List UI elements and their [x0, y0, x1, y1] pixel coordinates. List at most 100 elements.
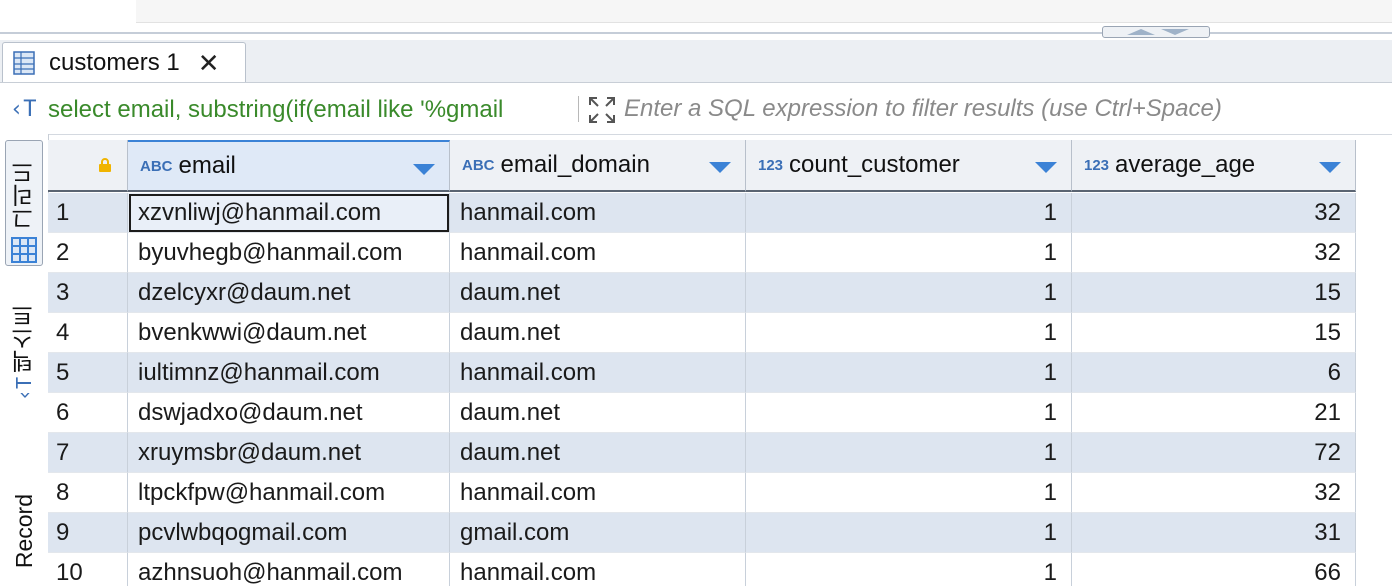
average-age-cell[interactable]: 32	[1072, 473, 1356, 513]
average-age-cell[interactable]: 6	[1072, 353, 1356, 393]
side-tab-record-label: Record	[10, 494, 37, 569]
column-header-label: email_domain	[500, 151, 650, 178]
column-header-count-customer[interactable]: 123 count_customer	[746, 140, 1072, 192]
side-tab-text[interactable]: 텍스트 ‹T	[5, 304, 43, 404]
expand-down-icon[interactable]	[1161, 29, 1189, 35]
count-customer-cell[interactable]: 1	[746, 393, 1072, 433]
email-domain-cell[interactable]: daum.net	[450, 313, 746, 353]
table-grid-icon	[13, 50, 35, 75]
count-customer-cell[interactable]: 1	[746, 353, 1072, 393]
expand-icon[interactable]	[588, 96, 616, 124]
row-number: 1	[48, 193, 128, 233]
side-tab-grid-label: 그리드	[11, 161, 37, 230]
average-age-cell[interactable]: 66	[1072, 553, 1356, 586]
table-row[interactable]: 7 xruymsbr@daum.net daum.net 1 72	[48, 433, 1392, 473]
email-domain-cell[interactable]: hanmail.com	[450, 553, 746, 586]
count-customer-cell[interactable]: 1	[746, 433, 1072, 473]
row-number: 4	[48, 313, 128, 353]
divider	[578, 96, 579, 122]
row-number-header[interactable]	[48, 140, 128, 192]
count-customer-cell[interactable]: 1	[746, 313, 1072, 353]
lock-icon	[99, 158, 111, 172]
count-customer-cell[interactable]: 1	[746, 473, 1072, 513]
view-mode-sidebar: 그리드 텍스트 ‹T Record	[0, 134, 49, 586]
results-grid: ABC email ABC email_domain 123 count_cus…	[48, 140, 1392, 586]
table-row[interactable]: 10 azhnsuoh@hanmail.com hanmail.com 1 66	[48, 553, 1392, 586]
email-domain-cell[interactable]: hanmail.com	[450, 233, 746, 273]
row-number: 2	[48, 233, 128, 273]
email-cell[interactable]: ltpckfpw@hanmail.com	[128, 473, 450, 513]
table-row[interactable]: 2 byuvhegb@hanmail.com hanmail.com 1 32	[48, 233, 1392, 273]
count-customer-cell[interactable]: 1	[746, 233, 1072, 273]
text-type-icon: ABC	[140, 157, 173, 175]
column-header-average-age[interactable]: 123 average_age	[1072, 140, 1356, 192]
editor-strip	[0, 0, 1392, 40]
table-row[interactable]: 6 dswjadxo@daum.net daum.net 1 21	[48, 393, 1392, 433]
sort-dropdown-icon[interactable]	[1035, 162, 1057, 173]
email-domain-cell[interactable]: hanmail.com	[450, 473, 746, 513]
email-domain-cell[interactable]: hanmail.com	[450, 353, 746, 393]
collapse-up-icon[interactable]	[1127, 29, 1155, 35]
email-cell[interactable]: azhnsuoh@hanmail.com	[128, 553, 450, 586]
table-row[interactable]: 5 iultimnz@hanmail.com hanmail.com 1 6	[48, 353, 1392, 393]
row-number: 3	[48, 273, 128, 313]
column-header-email[interactable]: ABC email	[128, 140, 450, 192]
email-cell[interactable]: iultimnz@hanmail.com	[128, 353, 450, 393]
text-icon: ‹T	[12, 376, 36, 402]
row-number: 7	[48, 433, 128, 473]
column-header-label: average_age	[1115, 151, 1256, 178]
count-customer-cell[interactable]: 1	[746, 553, 1072, 586]
sort-dropdown-icon[interactable]	[413, 164, 435, 175]
email-domain-cell[interactable]: gmail.com	[450, 513, 746, 553]
average-age-cell[interactable]: 31	[1072, 513, 1356, 553]
side-tab-record[interactable]: Record	[5, 494, 43, 586]
number-type-icon: 123	[1084, 156, 1110, 174]
table-row[interactable]: 9 pcvlwbqogmail.com gmail.com 1 31	[48, 513, 1392, 553]
average-age-cell[interactable]: 32	[1072, 233, 1356, 273]
email-cell[interactable]: xruymsbr@daum.net	[128, 433, 450, 473]
email-cell[interactable]: bvenkwwi@daum.net	[128, 313, 450, 353]
table-row[interactable]: 1 xzvnliwj@hanmail.com hanmail.com 1 32	[48, 193, 1392, 233]
query-text[interactable]: select email, substring(if(email like '%…	[48, 96, 572, 124]
sql-text-icon: ‹T	[10, 97, 37, 122]
count-customer-cell[interactable]: 1	[746, 193, 1072, 233]
grid-icon	[11, 237, 37, 263]
side-tab-grid[interactable]: 그리드	[5, 140, 43, 266]
sort-dropdown-icon[interactable]	[1319, 162, 1341, 173]
splitter-handle[interactable]	[1102, 26, 1210, 38]
email-domain-cell[interactable]: daum.net	[450, 433, 746, 473]
filter-input[interactable]	[624, 92, 1384, 126]
result-tab-bar: customers 1 ✕	[0, 40, 1392, 83]
email-domain-cell[interactable]: daum.net	[450, 393, 746, 433]
email-cell[interactable]: pcvlwbqogmail.com	[128, 513, 450, 553]
number-type-icon: 123	[758, 156, 784, 174]
row-number: 9	[48, 513, 128, 553]
filter-bar: ‹T select email, substring(if(email like…	[0, 84, 1392, 135]
table-row[interactable]: 4 bvenkwwi@daum.net daum.net 1 15	[48, 313, 1392, 353]
email-cell[interactable]: byuvhegb@hanmail.com	[128, 233, 450, 273]
column-header-email-domain[interactable]: ABC email_domain	[450, 140, 746, 192]
close-icon[interactable]: ✕	[198, 50, 220, 76]
tab-label: customers 1	[49, 48, 180, 76]
column-header-label: email	[178, 152, 236, 179]
email-domain-cell[interactable]: daum.net	[450, 273, 746, 313]
table-row[interactable]: 3 dzelcyxr@daum.net daum.net 1 15	[48, 273, 1392, 313]
editor-area[interactable]	[136, 0, 1392, 23]
email-cell[interactable]: dzelcyxr@daum.net	[128, 273, 450, 313]
average-age-cell[interactable]: 21	[1072, 393, 1356, 433]
table-row[interactable]: 8 ltpckfpw@hanmail.com hanmail.com 1 32	[48, 473, 1392, 513]
text-type-icon: ABC	[462, 156, 495, 174]
average-age-cell[interactable]: 32	[1072, 193, 1356, 233]
average-age-cell[interactable]: 15	[1072, 273, 1356, 313]
tab-customers-1[interactable]: customers 1 ✕	[2, 42, 246, 82]
email-domain-cell[interactable]: hanmail.com	[450, 193, 746, 233]
email-cell[interactable]: xzvnliwj@hanmail.com	[128, 193, 450, 233]
count-customer-cell[interactable]: 1	[746, 513, 1072, 553]
sort-dropdown-icon[interactable]	[709, 162, 731, 173]
count-customer-cell[interactable]: 1	[746, 273, 1072, 313]
average-age-cell[interactable]: 15	[1072, 313, 1356, 353]
row-number: 10	[48, 553, 128, 586]
average-age-cell[interactable]: 72	[1072, 433, 1356, 473]
email-cell[interactable]: dswjadxo@daum.net	[128, 393, 450, 433]
row-number: 6	[48, 393, 128, 433]
